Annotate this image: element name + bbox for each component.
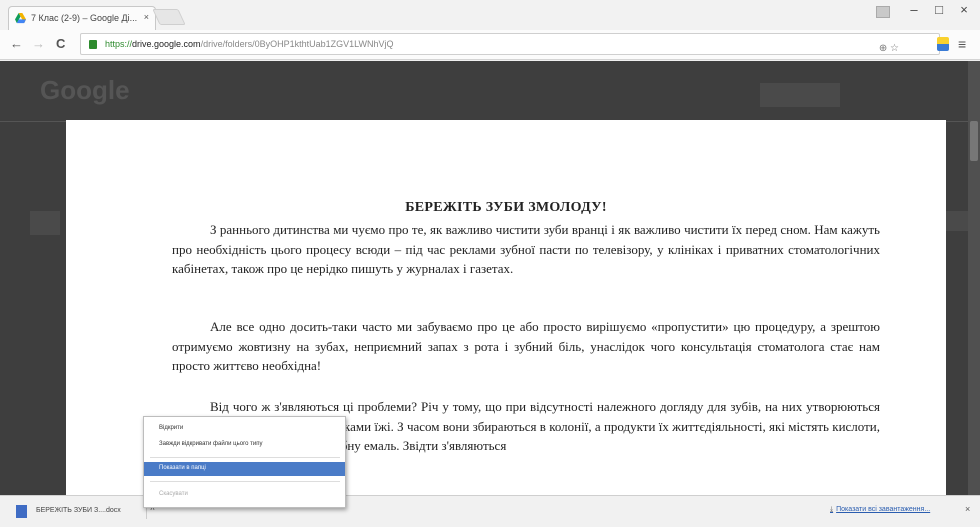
maximize-button[interactable]: □ [930, 2, 948, 17]
show-all-downloads-link[interactable]: ⤓ Показати всі завантаження... [830, 506, 930, 514]
download-file-name: БЕРЕЖІТЬ ЗУБИ З....docx [36, 507, 121, 514]
document-paragraph-2: Але все одно досить-таки часто ми забува… [172, 319, 880, 373]
reload-button[interactable]: C [56, 36, 65, 51]
title-bar: 7 Клас (2-9) – Google Ді... × – □ × [0, 0, 980, 30]
menu-item-show-in-folder[interactable]: Показати в папці [144, 462, 345, 476]
minimize-button[interactable]: – [905, 2, 923, 17]
search-button-bg [760, 83, 840, 107]
menu-separator [150, 481, 340, 482]
menu-item-always-open[interactable]: Завжди відкривати файли цього типу [144, 438, 345, 452]
chrome-menu-icon[interactable]: ≡ [958, 36, 966, 52]
url-path: /drive/folders/0ByOHP1kthtUab1ZGV1LWNhVj… [200, 39, 394, 49]
google-drive-icon [15, 13, 26, 24]
url-host: drive.google.com [132, 39, 201, 49]
close-window-button[interactable]: × [955, 2, 973, 17]
download-context-menu: Відкрити Завжди відкривати файли цього т… [143, 416, 346, 508]
url-scheme: https:// [105, 39, 133, 49]
document-title: БЕРЕЖІТЬ ЗУБИ ЗМОЛОДУ! [405, 200, 607, 215]
tab-close-icon[interactable]: × [144, 12, 149, 22]
close-download-bar-icon[interactable]: × [965, 504, 970, 514]
browser-toolbar: ← → C https://drive.google.com/drive/fol… [0, 30, 980, 60]
scrollbar-thumb[interactable] [970, 121, 978, 161]
address-bar[interactable]: https://drive.google.com/drive/folders/0… [80, 33, 940, 55]
google-logo: Google [40, 75, 130, 105]
page-scrollbar[interactable] [968, 61, 980, 495]
document-paragraph-1: З раннього дитинства ми чуємо про те, як… [172, 222, 880, 276]
browser-tab[interactable]: 7 Клас (2-9) – Google Ді... × [8, 6, 156, 30]
bookmark-star-icon[interactable]: ⊕ ☆ [879, 43, 899, 54]
tab-title: 7 Клас (2-9) – Google Ді... [31, 13, 138, 23]
menu-separator [150, 457, 340, 458]
back-button[interactable]: ← [10, 36, 23, 51]
lock-icon [89, 40, 97, 49]
new-tab-button[interactable] [152, 9, 186, 25]
user-profile-icon[interactable] [876, 6, 890, 18]
word-document-icon [16, 505, 27, 518]
forward-button[interactable]: → [32, 36, 45, 51]
download-icon: ⤓ [830, 506, 834, 513]
menu-item-cancel[interactable]: Скасувати [144, 488, 345, 502]
show-all-label: Показати всі завантаження... [836, 506, 931, 513]
menu-item-open[interactable]: Відкрити [144, 422, 345, 436]
extension-icon[interactable] [937, 37, 949, 51]
new-button-bg [30, 211, 60, 235]
download-item[interactable]: БЕРЕЖІТЬ ЗУБИ З....docx [10, 504, 140, 520]
